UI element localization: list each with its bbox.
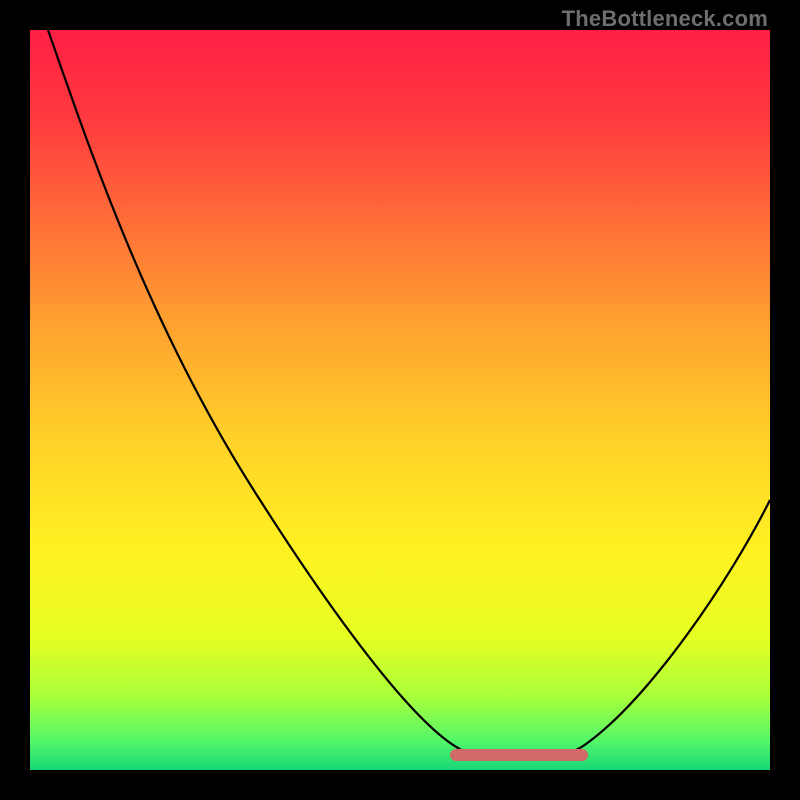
watermark-text: TheBottleneck.com bbox=[562, 6, 768, 32]
chart-frame: TheBottleneck.com bbox=[0, 0, 800, 800]
chart-svg bbox=[30, 30, 770, 770]
plot-area bbox=[30, 30, 770, 770]
gradient-rect bbox=[30, 30, 770, 770]
